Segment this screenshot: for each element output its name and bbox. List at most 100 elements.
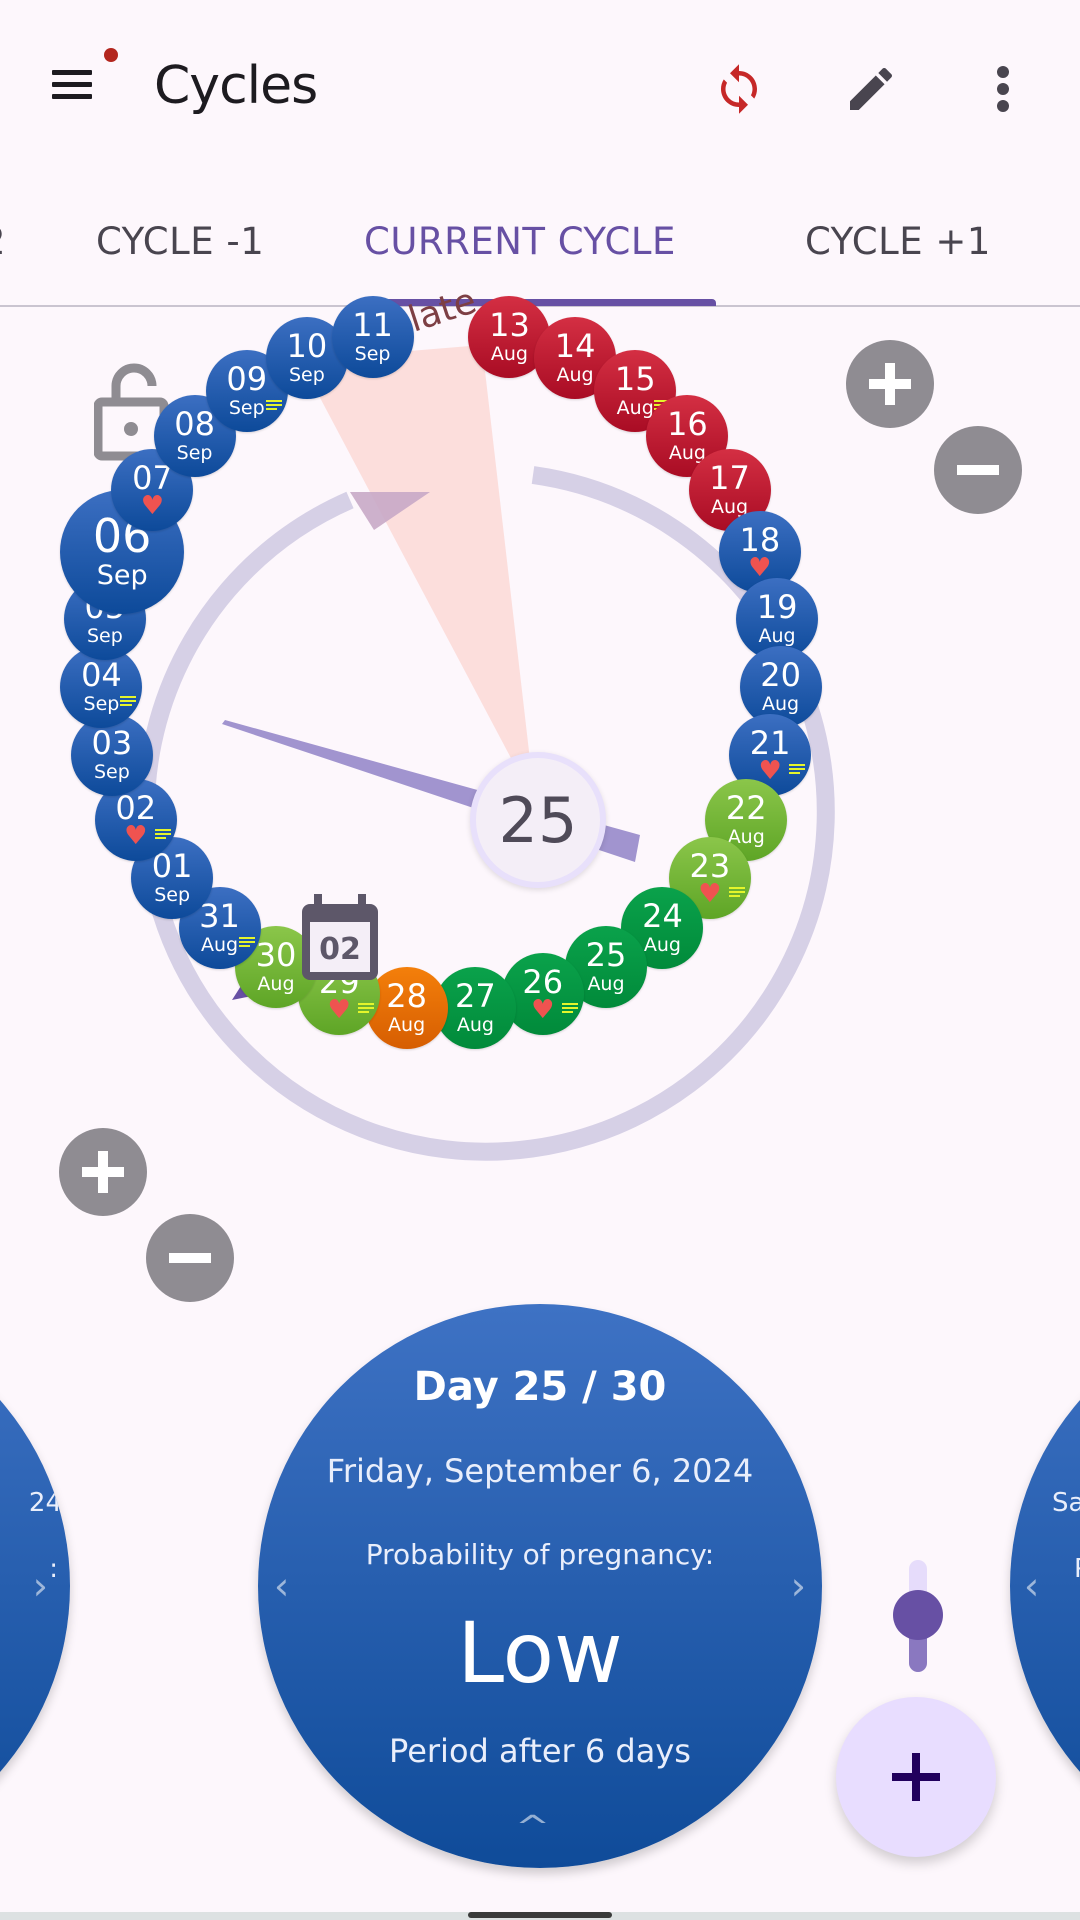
day-number: 04 [81, 656, 122, 695]
day-number: 10 [286, 326, 328, 365]
zoom-slider[interactable] [893, 1560, 943, 1672]
heart-icon: ♥ [531, 995, 555, 1026]
remove-day-top-button[interactable] [934, 426, 1022, 514]
period-countdown: Period after 6 days [389, 1732, 691, 1770]
remove-day-bottom-button[interactable] [146, 1214, 234, 1302]
day-month: Aug [257, 973, 295, 996]
day-number: 17 [709, 459, 750, 498]
day-month: Sep [228, 396, 265, 419]
day-month: Sep [354, 342, 391, 365]
note-icon [120, 696, 137, 707]
day-number: 09 [226, 359, 268, 398]
day-info-card[interactable]: Day 25 / 30 Friday, September 6, 2024 Pr… [258, 1304, 822, 1868]
day-number: 25 [585, 936, 627, 975]
add-day-bottom-button[interactable] [59, 1128, 147, 1216]
day-month: Aug [490, 342, 528, 365]
expand-up-chevron-icon[interactable]: ^ [515, 1810, 550, 1845]
slider-thumb[interactable] [893, 1590, 943, 1640]
previous-card-text: 24 [28, 1488, 62, 1518]
selected-date: Friday, September 6, 2024 [326, 1452, 754, 1490]
late-wedge [300, 345, 530, 760]
next-card-text-2: P [1074, 1554, 1080, 1584]
note-icon [238, 936, 255, 947]
day-month: Sep [87, 624, 123, 647]
current-day-number: 25 [498, 783, 578, 857]
heart-icon: ♥ [327, 995, 351, 1026]
current-day-indicator[interactable]: 25 [470, 752, 606, 888]
heart-icon: ♥ [748, 552, 772, 583]
day-number: 24 [642, 896, 683, 935]
plus-icon [869, 363, 911, 405]
note-icon [728, 887, 745, 898]
day-number: 15 [614, 359, 656, 398]
day-month: Aug [758, 624, 796, 647]
heart-icon: ♥ [698, 879, 722, 910]
note-icon [265, 399, 282, 410]
chevron-right-icon: › [32, 1564, 48, 1608]
previous-day-card[interactable]: 24 : › [0, 1304, 70, 1868]
day-month: Aug [456, 1014, 494, 1037]
calendar-day: 02 [319, 932, 361, 967]
day-month: Aug [388, 1014, 426, 1037]
day-month: Sep [93, 761, 130, 784]
day-month: Sep [154, 884, 191, 907]
day-month: Aug [762, 693, 800, 716]
day-bubble[interactable]: 26 ♥ [501, 953, 584, 1036]
gesture-handle[interactable] [468, 1912, 612, 1918]
minus-icon [169, 1253, 211, 1263]
day-number: 11 [352, 305, 393, 344]
day-number: 08 [174, 404, 215, 443]
day-bubble[interactable]: 11 Sep [331, 295, 414, 378]
day-month: Aug [643, 933, 681, 956]
day-number: 21 [749, 724, 791, 763]
note-icon [154, 828, 171, 839]
day-number: 20 [760, 656, 801, 695]
heart-icon: ♥ [758, 756, 782, 787]
day-number: 02 [115, 788, 157, 827]
day-month: Sep [289, 363, 325, 386]
heart-icon: ♥ [124, 820, 148, 851]
add-day-top-button[interactable] [846, 340, 934, 428]
day-number: 31 [199, 896, 240, 935]
day-number: 27 [455, 977, 496, 1016]
day-number: 14 [554, 326, 596, 365]
day-month: Aug [200, 933, 239, 956]
day-month: Sep [176, 441, 213, 464]
probability-label: Probability of pregnancy: [365, 1538, 715, 1571]
chevron-left-icon: ‹ [1024, 1564, 1040, 1608]
day-number: 22 [725, 788, 767, 827]
day-number: 03 [91, 724, 133, 763]
calendar-button[interactable]: 02 [298, 890, 382, 986]
add-entry-fab[interactable] [836, 1697, 996, 1857]
day-number: 01 [151, 847, 193, 886]
day-month: Aug [556, 363, 594, 386]
day-number: 23 [689, 847, 731, 886]
day-number: 07 [132, 459, 173, 498]
previous-day-chevron-icon[interactable]: ‹ [274, 1564, 289, 1608]
day-number: 13 [489, 305, 530, 344]
day-number: 16 [667, 404, 708, 443]
heart-icon: ♥ [140, 491, 165, 522]
add-icon [892, 1753, 940, 1801]
next-day-chevron-icon[interactable]: › [791, 1564, 806, 1608]
day-month: Sep [96, 559, 148, 591]
day-number: 18 [739, 520, 781, 559]
day-number: 26 [522, 963, 564, 1002]
day-number: 30 [255, 936, 297, 975]
note-icon [789, 764, 806, 775]
probability-value: Low [457, 1604, 623, 1702]
cycle-wheel-graphics [136, 345, 835, 1161]
cycle-day-label: Day 25 / 30 [413, 1364, 667, 1410]
minus-icon [957, 465, 999, 475]
day-month: Aug [616, 396, 654, 419]
day-number: 28 [386, 977, 427, 1016]
note-icon [561, 1003, 578, 1014]
note-icon [358, 1003, 375, 1014]
day-month: Aug [587, 973, 625, 996]
plus-icon [82, 1151, 124, 1193]
previous-card-text-2: : [49, 1554, 58, 1584]
day-number: 19 [756, 587, 798, 626]
day-month: Sep [83, 693, 120, 716]
next-day-card[interactable]: Sa P ‹ [1010, 1304, 1080, 1868]
next-card-text: Sa [1052, 1488, 1080, 1518]
